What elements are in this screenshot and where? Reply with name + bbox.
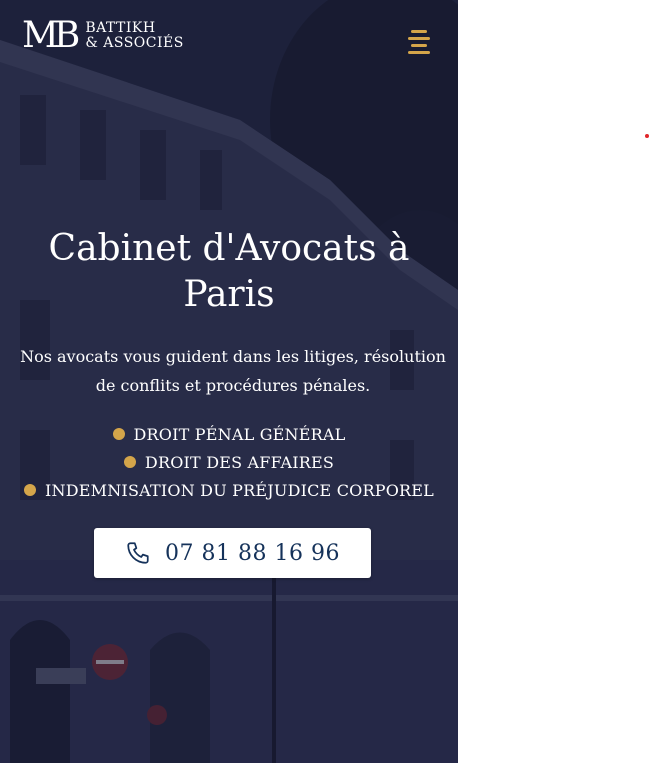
list-item: DROIT PÉNAL GÉNÉRAL	[0, 420, 458, 448]
practice-area-label: DROIT DES AFFAIRES	[144, 452, 335, 472]
site-header: MB BATTIKH & ASSOCIÉS	[0, 0, 458, 80]
list-item: DROIT DES AFFAIRES	[0, 448, 458, 476]
menu-bar-upper-middle	[408, 37, 430, 40]
practice-areas-list: DROIT PÉNAL GÉNÉRAL DROIT DES AFFAIRES I…	[0, 420, 458, 504]
phone-icon	[127, 542, 149, 564]
hamburger-menu-icon[interactable]	[404, 30, 434, 56]
practice-area-label: INDEMNISATION DU PRÉJUDICE CORPOREL	[45, 480, 434, 500]
logo-name-line2: & ASSOCIÉS	[85, 35, 184, 51]
indicator-dot	[645, 134, 649, 138]
bullet-dot-icon	[112, 428, 125, 440]
menu-bar-bottom	[408, 51, 430, 54]
phone-call-button[interactable]: 07 81 88 16 96	[94, 528, 371, 578]
brand-logo[interactable]: MB BATTIKH & ASSOCIÉS	[22, 18, 184, 54]
practice-area-label: DROIT PÉNAL GÉNÉRAL	[133, 424, 346, 444]
menu-bar-top	[411, 30, 427, 33]
menu-bar-lower-middle	[411, 44, 427, 47]
page-title: Cabinet d'Avocats à Paris	[48, 228, 410, 315]
bullet-dot-icon	[24, 484, 37, 496]
bullet-dot-icon	[123, 456, 136, 468]
logo-name-line1: BATTIKH	[85, 20, 156, 36]
phone-number: 07 81 88 16 96	[165, 540, 340, 566]
hero-section: MB BATTIKH & ASSOCIÉS Cabinet d'Avocats …	[0, 0, 458, 763]
logo-monogram: MB	[22, 15, 80, 56]
list-item: INDEMNISATION DU PRÉJUDICE CORPOREL	[0, 476, 458, 504]
logo-name: BATTIKH & ASSOCIÉS	[85, 21, 184, 51]
hero-subtitle: Nos avocats vous guident dans les litige…	[20, 347, 446, 395]
